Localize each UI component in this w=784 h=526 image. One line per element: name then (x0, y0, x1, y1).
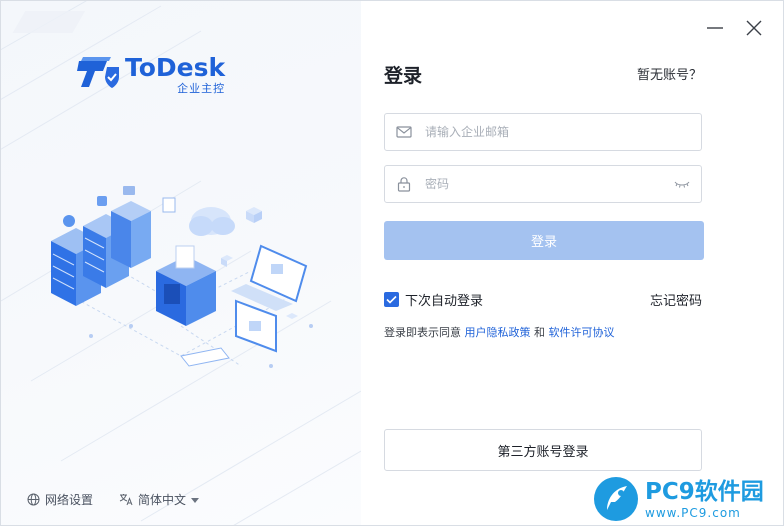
page-title: 登录 (384, 65, 423, 87)
auto-login-checkbox[interactable]: 下次自动登录 (384, 290, 483, 309)
cloud-icon (189, 207, 235, 236)
chevron-down-icon (191, 498, 200, 503)
central-device-icon (156, 245, 216, 326)
left-panel: ToDesk 企业主控 网络设置 简体中文 (1, 1, 361, 525)
close-icon[interactable] (745, 19, 763, 37)
todesk-logo-icon (77, 57, 119, 88)
email-input[interactable] (423, 116, 701, 148)
privacy-policy-link[interactable]: 用户隐私政策 (465, 326, 531, 339)
agreement-prefix: 登录即表示同意 (384, 326, 461, 339)
language-selector[interactable]: 简体中文 (119, 491, 200, 508)
register-link[interactable]: 暂无账号？ (637, 64, 702, 83)
network-illustration (51, 186, 313, 368)
forgot-password-link[interactable]: 忘记密码 (650, 290, 702, 309)
agreement-text: 登录即表示同意 用户隐私政策 和 软件许可协议 (384, 324, 615, 340)
footer-bar: 网络设置 简体中文 (27, 491, 200, 508)
right-panel: 登录 暂无账号？ 登录 下次自 (361, 1, 783, 525)
minimize-icon[interactable] (706, 19, 724, 37)
tablet-icon (180, 347, 230, 367)
brand-name: ToDesk (125, 53, 226, 82)
third-party-login-button[interactable]: 第三方账号登录 (384, 429, 702, 471)
mail-icon (396, 126, 412, 138)
eye-closed-icon[interactable] (674, 179, 690, 189)
email-field[interactable] (384, 113, 702, 151)
watermark-url: www.PC9.com (645, 505, 741, 520)
monitor-icon (235, 299, 277, 353)
watermark-logo-icon (594, 477, 638, 521)
network-settings-label: 网络设置 (45, 493, 94, 507)
agreement-and: 和 (534, 326, 545, 339)
checkbox-checked-icon[interactable] (384, 292, 399, 307)
lock-icon (397, 177, 411, 192)
password-field[interactable] (384, 165, 702, 203)
password-input[interactable] (423, 168, 674, 200)
login-window: ToDesk 企业主控 网络设置 简体中文 登录 暂无账号？ 请输入企业邮箱 登… (0, 0, 784, 526)
network-settings-button[interactable]: 网络设置 (27, 491, 93, 508)
globe-icon (27, 493, 40, 506)
watermark-title: PC9软件园 (645, 478, 764, 505)
brand-logo: ToDesk 企业主控 (77, 53, 225, 96)
auto-login-label: 下次自动登录 (405, 294, 484, 309)
login-button[interactable]: 登录 (384, 221, 704, 260)
license-agreement-link[interactable]: 软件许可协议 (549, 326, 615, 339)
watermark: PC9软件园 www.PC9.com (593, 471, 783, 525)
translate-icon (119, 494, 133, 506)
language-label: 简体中文 (138, 493, 187, 507)
laptop-icon (231, 244, 308, 311)
